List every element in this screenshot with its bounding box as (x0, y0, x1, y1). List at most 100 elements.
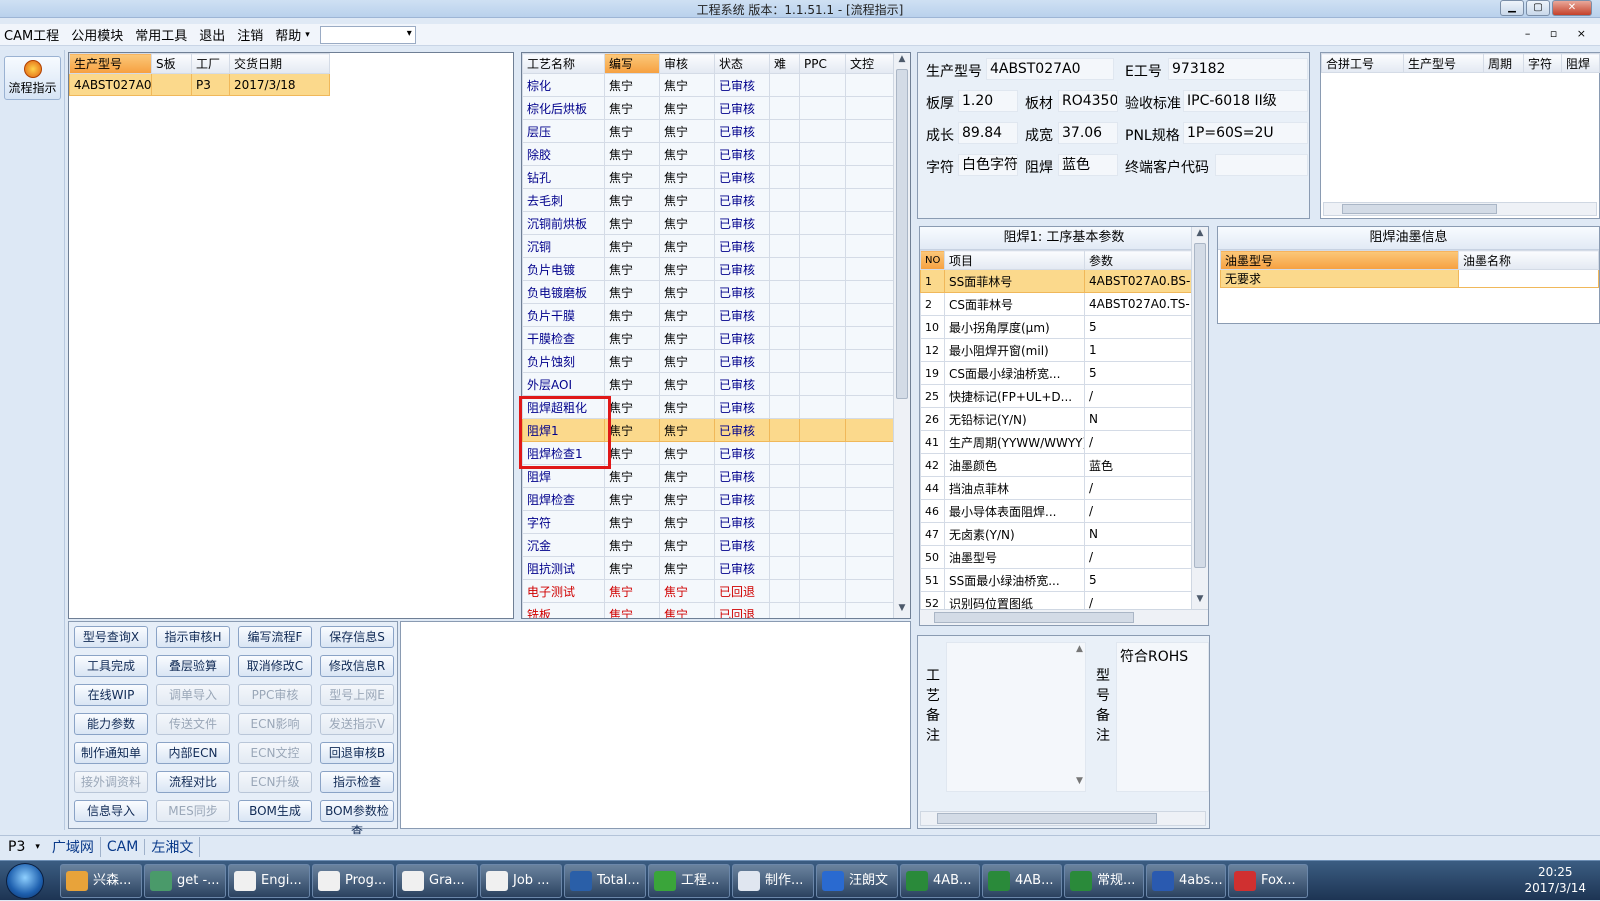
process-header-name[interactable]: 工艺名称 (522, 53, 605, 74)
action-button[interactable]: ECN影响 (238, 713, 312, 735)
action-button[interactable]: ECN升级 (238, 771, 312, 793)
flow-instruction-button[interactable]: 流程指示 (4, 56, 61, 100)
lot-header-date[interactable]: 交货日期 (229, 53, 330, 74)
params-header-value[interactable]: 参数 (1084, 250, 1193, 270)
taskbar-item[interactable]: 制作... (732, 864, 814, 898)
action-button[interactable]: ECN文控 (238, 742, 312, 764)
process-row[interactable]: 阻焊检查 焦宁 焦宁 已审核 (522, 487, 895, 511)
action-button[interactable]: 在线WIP (74, 684, 148, 706)
menu-logout[interactable]: 注销 (237, 25, 263, 44)
process-row[interactable]: 钻孔 焦宁 焦宁 已审核 (522, 165, 895, 189)
param-row[interactable]: 47 无卤素(Y/N) N (920, 522, 1193, 546)
merge-header-mask[interactable]: 阻焊 (1561, 53, 1600, 73)
action-button[interactable]: BOM参数检查 (320, 800, 394, 838)
thickness-field[interactable]: 1.20 (958, 90, 1018, 112)
process-scrollbar[interactable]: ▲ ▼ (893, 53, 910, 618)
taskbar-item[interactable]: Prog... (312, 864, 394, 898)
action-button[interactable]: 修改信息R (320, 655, 394, 677)
process-row[interactable]: 层压 焦宁 焦宁 已审核 (522, 119, 895, 143)
params-hscrollbar[interactable] (920, 609, 1208, 625)
taskbar-item[interactable]: 4AB... (900, 864, 980, 898)
remark-hscrollbar[interactable] (920, 811, 1206, 826)
scroll-up-arrow-icon[interactable]: ▲ (894, 54, 910, 68)
param-row[interactable]: 10 最小拐角厚度(μm) 5 (920, 315, 1193, 339)
process-header-writer[interactable]: 编写 (604, 53, 660, 74)
param-row[interactable]: 26 无铅标记(Y/N) N (920, 407, 1193, 431)
param-row[interactable]: 19 CS面最小绿油桥宽... 5 (920, 361, 1193, 385)
process-row[interactable]: 电子测试 焦宁 焦宁 已回退 (522, 579, 895, 603)
merge-header-cycle[interactable]: 周期 (1483, 53, 1524, 73)
lot-header-model[interactable]: 生产型号 (69, 53, 152, 74)
process-header-status[interactable]: 状态 (714, 53, 770, 74)
action-button[interactable]: 型号上网E (320, 684, 394, 706)
params-hscroll-thumb[interactable] (934, 612, 1134, 623)
process-row[interactable]: 沉铜 焦宁 焦宁 已审核 (522, 234, 895, 258)
remark-scroll-up-icon[interactable]: ▲ (1076, 644, 1083, 654)
char-field[interactable]: 白色字符 (958, 154, 1018, 176)
action-button[interactable]: 指示检查 (320, 771, 394, 793)
process-row[interactable]: 棕化 焦宁 焦宁 已审核 (522, 73, 895, 97)
param-row[interactable]: 44 挡油点菲林 / (920, 476, 1193, 500)
action-button[interactable]: 能力参数 (74, 713, 148, 735)
merge-header-job[interactable]: 合拼工号 (1321, 53, 1404, 73)
action-button[interactable]: 发送指示V (320, 713, 394, 735)
taskbar-item[interactable]: 汪朗文 (816, 864, 898, 898)
action-button[interactable]: 取消修改C (238, 655, 312, 677)
action-button[interactable]: BOM生成 (238, 800, 312, 822)
action-button[interactable]: 指示审核H (156, 626, 230, 648)
taskbar-item[interactable]: Job ... (480, 864, 562, 898)
merge-hscroll-thumb[interactable] (1342, 204, 1497, 214)
maximize-button[interactable]: ▢ (1526, 0, 1550, 16)
action-button[interactable]: 接外调资料 (74, 771, 148, 793)
taskbar-item[interactable]: Gra... (396, 864, 478, 898)
param-row[interactable]: 46 最小导体表面阻焊... / (920, 499, 1193, 523)
param-row[interactable]: 42 油墨颜色 蓝色 (920, 453, 1193, 477)
taskbar-item[interactable]: 常规... (1064, 864, 1144, 898)
factory-dropdown-icon[interactable]: ▾ (35, 842, 40, 852)
process-header-difficulty[interactable]: 难 (769, 53, 800, 74)
action-button[interactable]: PPC审核 (238, 684, 312, 706)
params-down-arrow-icon[interactable]: ▼ (1192, 594, 1208, 608)
action-button[interactable]: 回退审核B (320, 742, 394, 764)
clock[interactable]: 20:25 2017/3/14 (1524, 864, 1586, 896)
menu-help[interactable]: 帮助 (275, 25, 301, 44)
merge-header-char[interactable]: 字符 (1523, 53, 1562, 73)
ink-header-name[interactable]: 油墨名称 (1458, 250, 1599, 270)
process-remark-field[interactable] (946, 642, 1086, 792)
action-button[interactable]: 调单导入 (156, 684, 230, 706)
length-field[interactable]: 89.84 (958, 122, 1018, 144)
process-row[interactable]: 负电镀磨板 焦宁 焦宁 已审核 (522, 280, 895, 304)
material-field[interactable]: RO4350B (1058, 90, 1118, 112)
remark-hscroll-thumb[interactable] (937, 813, 1157, 824)
taskbar-item[interactable]: get -... (144, 864, 226, 898)
lot-header-sboard[interactable]: S板 (151, 53, 192, 74)
process-row[interactable]: 外层AOI 焦宁 焦宁 已审核 (522, 372, 895, 396)
params-header-item[interactable]: 项目 (944, 250, 1085, 270)
param-row[interactable]: 41 生产周期(YYWW/WWYY) / (920, 430, 1193, 454)
action-button[interactable]: 叠层验算 (156, 655, 230, 677)
action-button[interactable]: 工具完成 (74, 655, 148, 677)
customer-code-field[interactable] (1215, 154, 1308, 176)
mdi-controls[interactable]: – ▫ × (1525, 27, 1594, 40)
factory-selector[interactable]: P3 (0, 839, 35, 855)
menu-overflow-arrow[interactable]: ▾ (305, 30, 310, 40)
taskbar-item[interactable]: Engi... (228, 864, 310, 898)
start-button[interactable] (6, 863, 44, 899)
process-row[interactable]: 除胶 焦宁 焦宁 已审核 (522, 142, 895, 166)
process-header-doc-control[interactable]: 文控 (845, 53, 895, 74)
taskbar-item[interactable]: 工程... (648, 864, 730, 898)
taskbar-item[interactable]: 4abs... (1146, 864, 1226, 898)
close-button[interactable]: ✕ (1552, 0, 1592, 16)
process-row[interactable]: 字符 焦宁 焦宁 已审核 (522, 510, 895, 534)
process-header-ppc[interactable]: PPC (799, 53, 846, 74)
action-button[interactable]: MES同步 (156, 800, 230, 822)
param-row[interactable]: 50 油墨型号 / (920, 545, 1193, 569)
action-button[interactable]: 信息导入 (74, 800, 148, 822)
menu-cam[interactable]: CAM工程 (4, 25, 59, 44)
ink-header-model[interactable]: 油墨型号 (1220, 250, 1459, 270)
process-row[interactable]: 沉铜前烘板 焦宁 焦宁 已审核 (522, 211, 895, 235)
lot-row[interactable]: 4ABST027A0 P3 2017/3/18 (69, 73, 330, 96)
remark-scroll-down-icon[interactable]: ▼ (1076, 776, 1083, 786)
ink-row[interactable]: 无要求 (1220, 269, 1599, 288)
model-field[interactable]: 4ABST027A0 (986, 58, 1114, 80)
